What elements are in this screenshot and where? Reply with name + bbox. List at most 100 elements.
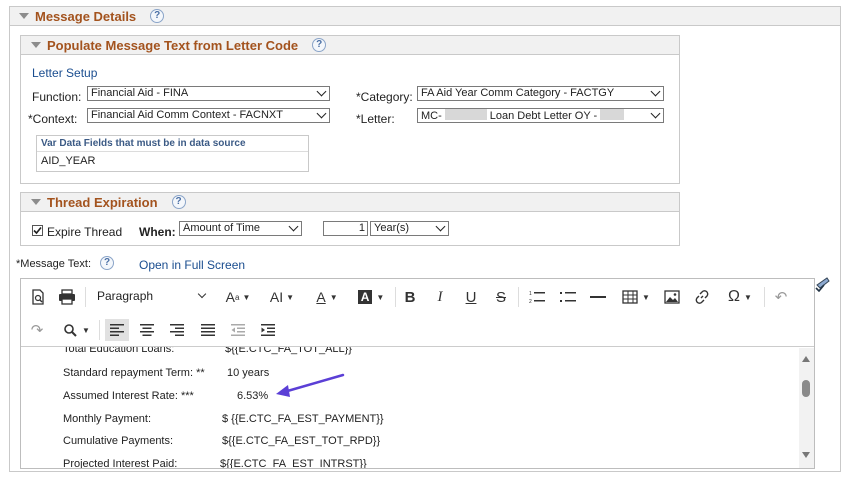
bold-icon[interactable]: B [401, 288, 419, 306]
checkmark-icon [33, 226, 42, 235]
toolbar-separator [395, 287, 396, 307]
find-replace-icon[interactable]: ▼ [58, 321, 94, 339]
editor-row-value: $ {{E.CTC_FA_EST_PAYMENT}} [222, 413, 384, 425]
function-value: Financial Aid - FINA [91, 87, 189, 99]
thread-title: Thread Expiration [47, 194, 158, 210]
category-select[interactable]: FA Aid Year Comm Category - FACTGY [417, 86, 664, 101]
outdent-icon[interactable] [229, 321, 247, 339]
editor-row-label: Projected Interest Paid: [63, 458, 178, 468]
message-text-label: *Message Text: [16, 258, 92, 270]
function-select[interactable]: Financial Aid - FINA [87, 86, 330, 101]
editor-row-value: 10 years [227, 367, 270, 379]
toolbar-separator [764, 287, 765, 307]
help-icon[interactable]: ? [312, 38, 327, 52]
font-size-icon[interactable]: AI ▼ [264, 288, 300, 306]
thread-header[interactable]: Thread Expiration ? [20, 192, 680, 212]
strikethrough-icon[interactable]: S [492, 288, 510, 306]
link-icon[interactable] [692, 288, 712, 306]
background-color-icon[interactable]: A ▼ [353, 288, 389, 306]
text-color-icon[interactable]: A ▼ [310, 288, 344, 306]
chevron-down-icon [650, 87, 661, 97]
spellcheck-icon[interactable] [814, 276, 830, 295]
editor-content[interactable]: Total Education Loans: ${{E.CTC_FA_TOT_AL… [21, 347, 798, 468]
print-icon[interactable] [57, 288, 77, 306]
align-center-icon[interactable] [138, 321, 156, 339]
bullet-list-icon[interactable] [558, 288, 578, 306]
populate-title: Populate Message Text from Letter Code [47, 37, 299, 53]
context-select[interactable]: Financial Aid Comm Context - FACNXT [87, 108, 330, 123]
collapse-triangle-icon [19, 13, 29, 19]
letter-label: *Letter: [356, 112, 395, 126]
amount-input[interactable]: 1 [323, 221, 368, 236]
expire-checkbox[interactable] [32, 225, 43, 236]
indent-icon[interactable] [259, 321, 277, 339]
when-label: When: [139, 225, 176, 239]
letter-prefix: MC- [421, 110, 442, 122]
editor-row-value: ${{E.CTC_FA_EST_TOT_RPD}} [222, 435, 381, 447]
unit-value: Year(s) [374, 222, 410, 234]
var-data-value: AID_YEAR [41, 155, 96, 167]
editor-row-value: ${{E.CTC_FA_EST_INTRST}} [220, 458, 367, 468]
chevron-down-icon [288, 222, 299, 232]
editor-row-label: Standard repayment Term: ** [63, 367, 205, 379]
scroll-down-icon[interactable] [802, 452, 810, 458]
horizontal-line-icon[interactable] [589, 288, 607, 306]
toolbar-separator [518, 287, 519, 307]
font-family-icon[interactable]: Aa ▼ [220, 288, 256, 306]
chevron-down-icon [197, 289, 207, 299]
collapse-triangle-icon [31, 42, 41, 48]
format-value: Paragraph [97, 289, 154, 303]
svg-text:1: 1 [529, 291, 532, 297]
letter-select[interactable]: MC- Loan Debt Letter OY - [417, 108, 664, 123]
message-details-header[interactable]: Message Details ? [9, 6, 841, 26]
editor-row-label: Total Education Loans: [63, 347, 175, 355]
editor-row-label: Cumulative Payments: [63, 435, 174, 447]
category-label: *Category: [356, 90, 413, 104]
open-full-screen-link[interactable]: Open in Full Screen [139, 258, 245, 272]
letter-middle: Loan Debt Letter OY - [489, 110, 598, 122]
var-data-box: Var Data Fields that must be in data sou… [36, 135, 309, 172]
redo-icon[interactable]: ↷ [28, 321, 46, 339]
editor-scrollbar[interactable] [799, 348, 814, 468]
justify-icon[interactable] [199, 321, 217, 339]
italic-icon[interactable]: I [431, 288, 449, 306]
expire-label: Expire Thread [47, 225, 123, 239]
scrollbar-thumb[interactable] [802, 380, 810, 397]
unit-select[interactable]: Year(s) [370, 221, 449, 236]
help-icon[interactable]: ? [150, 9, 165, 23]
image-icon[interactable] [662, 288, 682, 306]
align-left-icon[interactable] [105, 319, 129, 341]
context-value: Financial Aid Comm Context - FACNXT [91, 109, 283, 121]
special-character-icon[interactable]: Ω ▼ [722, 288, 758, 306]
editor-row-value: ${{E.CTC_FA_TOT_ALL}} [225, 347, 352, 355]
scroll-up-icon[interactable] [802, 356, 810, 362]
align-right-icon[interactable] [168, 321, 186, 339]
editor-row-label: Monthly Payment: [63, 413, 152, 425]
editor-row-label: Assumed Interest Rate: *** [63, 390, 194, 402]
underline-icon[interactable]: U [462, 288, 480, 306]
table-icon[interactable]: ▼ [619, 288, 653, 306]
numbered-list-icon[interactable]: 12 [527, 288, 547, 306]
toolbar-separator [85, 287, 86, 307]
help-icon[interactable]: ? [171, 195, 186, 209]
amount-value: 1 [358, 222, 365, 234]
when-value: Amount of Time [183, 222, 261, 234]
letter-setup-link[interactable]: Letter Setup [32, 66, 97, 80]
help-icon[interactable]: ? [100, 256, 114, 270]
svg-text:2: 2 [529, 299, 532, 304]
when-select[interactable]: Amount of Time [179, 221, 302, 236]
editor-row-value: 6.53% [237, 390, 269, 402]
chevron-down-icon [650, 109, 661, 119]
chevron-down-icon [316, 109, 327, 119]
format-dropdown[interactable]: Paragraph [97, 289, 209, 305]
preview-icon[interactable] [28, 288, 48, 306]
chevron-down-icon [316, 87, 327, 97]
redacted-block [600, 109, 625, 120]
collapse-triangle-icon [31, 199, 41, 205]
category-value: FA Aid Year Comm Category - FACTGY [421, 87, 615, 99]
toolbar-separator [99, 320, 100, 340]
populate-header[interactable]: Populate Message Text from Letter Code ? [20, 35, 680, 55]
function-label: Function: [32, 90, 82, 104]
message-details-title: Message Details [35, 8, 137, 24]
undo-icon[interactable]: ↶ [772, 288, 790, 306]
